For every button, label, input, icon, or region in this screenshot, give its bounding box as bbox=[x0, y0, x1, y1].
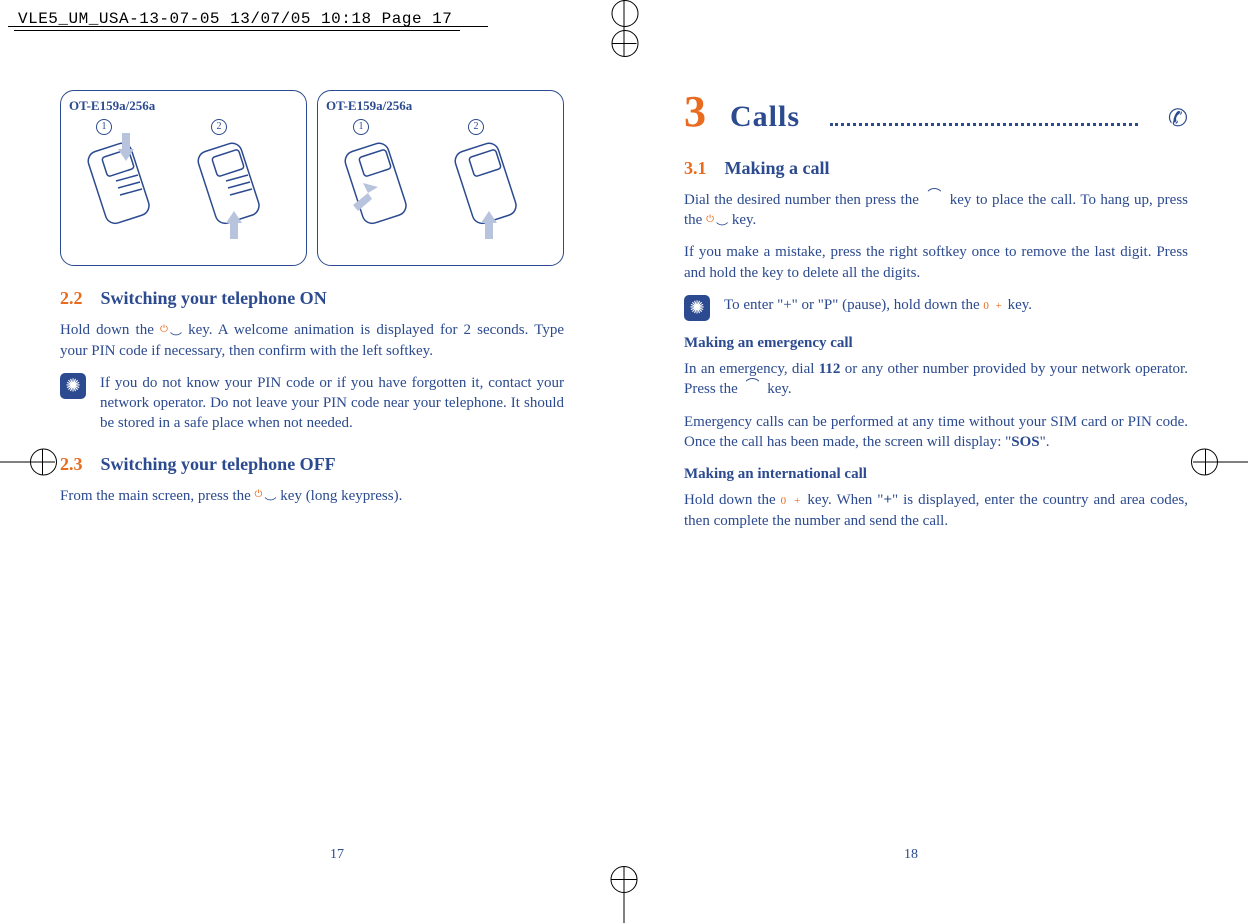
text: key. bbox=[1004, 297, 1032, 313]
spread: OT-E159a/256a 1 2 OT-E159a/256a 1 2 bbox=[0, 80, 1248, 883]
text: To enter "+" or "P" (pause), hold down t… bbox=[724, 297, 983, 313]
section-title: Making a call bbox=[725, 158, 830, 178]
text: key (long keypress). bbox=[277, 488, 403, 504]
paragraph-dial: Dial the desired number then press the k… bbox=[684, 190, 1188, 231]
header-rule bbox=[8, 26, 488, 27]
section-number: 3.1 bbox=[684, 158, 707, 178]
text: Hold down the bbox=[60, 322, 160, 338]
tip-2-2: If you do not know your PIN code or if y… bbox=[60, 373, 564, 434]
text: Hold down the bbox=[684, 492, 781, 508]
text: key. When " bbox=[802, 492, 883, 508]
crop-register-top bbox=[612, 43, 637, 44]
subheading-international: Making an international call bbox=[684, 464, 1188, 484]
phone-illustration bbox=[333, 131, 423, 241]
chapter-number: 3 bbox=[684, 90, 706, 134]
section-2-3-heading: 2.3 Switching your telephone OFF bbox=[60, 452, 564, 476]
figure-box-1: OT-E159a/256a 1 2 bbox=[60, 90, 307, 266]
power-key-icon bbox=[160, 325, 182, 337]
emergency-number: 112 bbox=[819, 361, 841, 377]
print-crop-header: VLE5_UM_USA-13-07-05 13/07/05 10:18 Page… bbox=[14, 8, 460, 31]
sos-text: SOS bbox=[1011, 434, 1039, 450]
page-18: 3 Calls ✆ 3.1 Making a call Dial the desi… bbox=[624, 80, 1248, 883]
paragraph-emergency: In an emergency, dial 112 or any other n… bbox=[684, 359, 1188, 400]
page-number-right: 18 bbox=[904, 847, 918, 863]
section-3-1-heading: 3.1 Making a call bbox=[684, 156, 1188, 180]
text: key. bbox=[764, 381, 792, 397]
page-17: OT-E159a/256a 1 2 OT-E159a/256a 1 2 bbox=[0, 80, 624, 883]
section-number: 2.3 bbox=[60, 454, 83, 474]
paragraph-sos: Emergency calls can be performed at any … bbox=[684, 412, 1188, 453]
tip-icon bbox=[684, 295, 710, 321]
tip-icon bbox=[60, 373, 86, 399]
page-number-left: 17 bbox=[330, 847, 344, 863]
tip-text: If you do not know your PIN code or if y… bbox=[100, 373, 564, 434]
section-title: Switching your telephone OFF bbox=[101, 454, 336, 474]
text: Dial the desired number then press the bbox=[684, 192, 923, 208]
zero-plus-key-icon: 0 + bbox=[983, 300, 1003, 312]
text: key. bbox=[728, 212, 756, 228]
text: ". bbox=[1040, 434, 1050, 450]
call-key-icon bbox=[742, 384, 764, 396]
section-2-3-body: From the main screen, press the key (lon… bbox=[60, 486, 564, 506]
end-key-icon bbox=[706, 215, 728, 227]
subheading-emergency: Making an emergency call bbox=[684, 333, 1188, 353]
section-2-2-body: Hold down the key. A welcome animation i… bbox=[60, 320, 564, 361]
paragraph-international: Hold down the 0 + key. When "+" is displ… bbox=[684, 490, 1188, 531]
tip-text: To enter "+" or "P" (pause), hold down t… bbox=[724, 295, 1188, 321]
plus-symbol: + bbox=[883, 492, 892, 508]
zero-plus-key-icon: 0 + bbox=[781, 495, 803, 507]
text: In an emergency, dial bbox=[684, 361, 819, 377]
phone-illustration bbox=[443, 131, 533, 241]
figure-row: OT-E159a/256a 1 2 OT-E159a/256a 1 2 bbox=[60, 90, 564, 266]
section-number: 2.2 bbox=[60, 288, 83, 308]
chapter-title: Calls bbox=[730, 97, 800, 138]
text: Emergency calls can be performed at any … bbox=[684, 414, 1188, 450]
section-title: Switching your telephone ON bbox=[101, 288, 327, 308]
paragraph-mistake: If you make a mistake, press the right s… bbox=[684, 242, 1188, 283]
phone-illustration bbox=[186, 131, 276, 241]
text: From the main screen, press the bbox=[60, 488, 255, 504]
figure-label: OT-E159a/256a bbox=[69, 97, 298, 115]
call-key-icon bbox=[923, 194, 945, 206]
tip-plus-pause: To enter "+" or "P" (pause), hold down t… bbox=[684, 295, 1188, 321]
power-key-icon bbox=[255, 490, 277, 502]
phone-illustration bbox=[76, 131, 166, 241]
figure-label: OT-E159a/256a bbox=[326, 97, 555, 115]
leader-dots bbox=[830, 111, 1138, 126]
chapter-3-heading: 3 Calls ✆ bbox=[684, 90, 1188, 138]
figure-box-2: OT-E159a/256a 1 2 bbox=[317, 90, 564, 266]
section-2-2-heading: 2.2 Switching your telephone ON bbox=[60, 286, 564, 310]
phone-icon: ✆ bbox=[1168, 103, 1188, 135]
